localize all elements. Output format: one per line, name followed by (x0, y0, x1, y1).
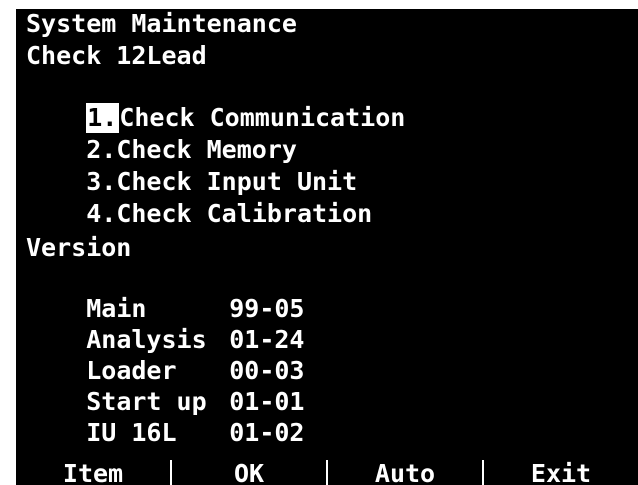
menu-item-check-calibration[interactable]: 4.Check Calibration (26, 169, 372, 228)
device-screen: System Maintenance Check 12Lead 1.Check … (16, 9, 638, 485)
version-row: Loader 00-03 (26, 326, 304, 385)
version-heading: Version (26, 233, 132, 262)
menu-item-label: Check Calibration (116, 199, 373, 228)
menu-item-check-input-unit[interactable]: 3.Check Input Unit (26, 137, 357, 196)
item-softkey[interactable]: Item (16, 460, 170, 485)
menu-item-check-communication[interactable]: 1.Check Communication (26, 73, 405, 133)
auto-softkey[interactable]: Auto (326, 460, 482, 485)
version-row: Main 99-05 (26, 264, 304, 323)
screen-subtitle: Check 12Lead (26, 41, 207, 70)
ok-softkey[interactable]: OK (170, 460, 326, 485)
screen-title: System Maintenance (26, 9, 297, 38)
version-row: Start up 01-01 (26, 357, 304, 416)
version-row: IU 16L 01-02 (26, 388, 304, 447)
exit-softkey[interactable]: Exit (482, 460, 638, 485)
menu-item-check-memory[interactable]: 2.Check Memory (26, 105, 297, 164)
version-name: IU 16L (86, 418, 177, 447)
menu-item-number: 4. (86, 199, 117, 228)
softkey-bar: Item OK Auto Exit (16, 460, 638, 485)
version-value: 01-02 (229, 418, 305, 447)
version-row: Analysis 01-24 (26, 295, 304, 354)
